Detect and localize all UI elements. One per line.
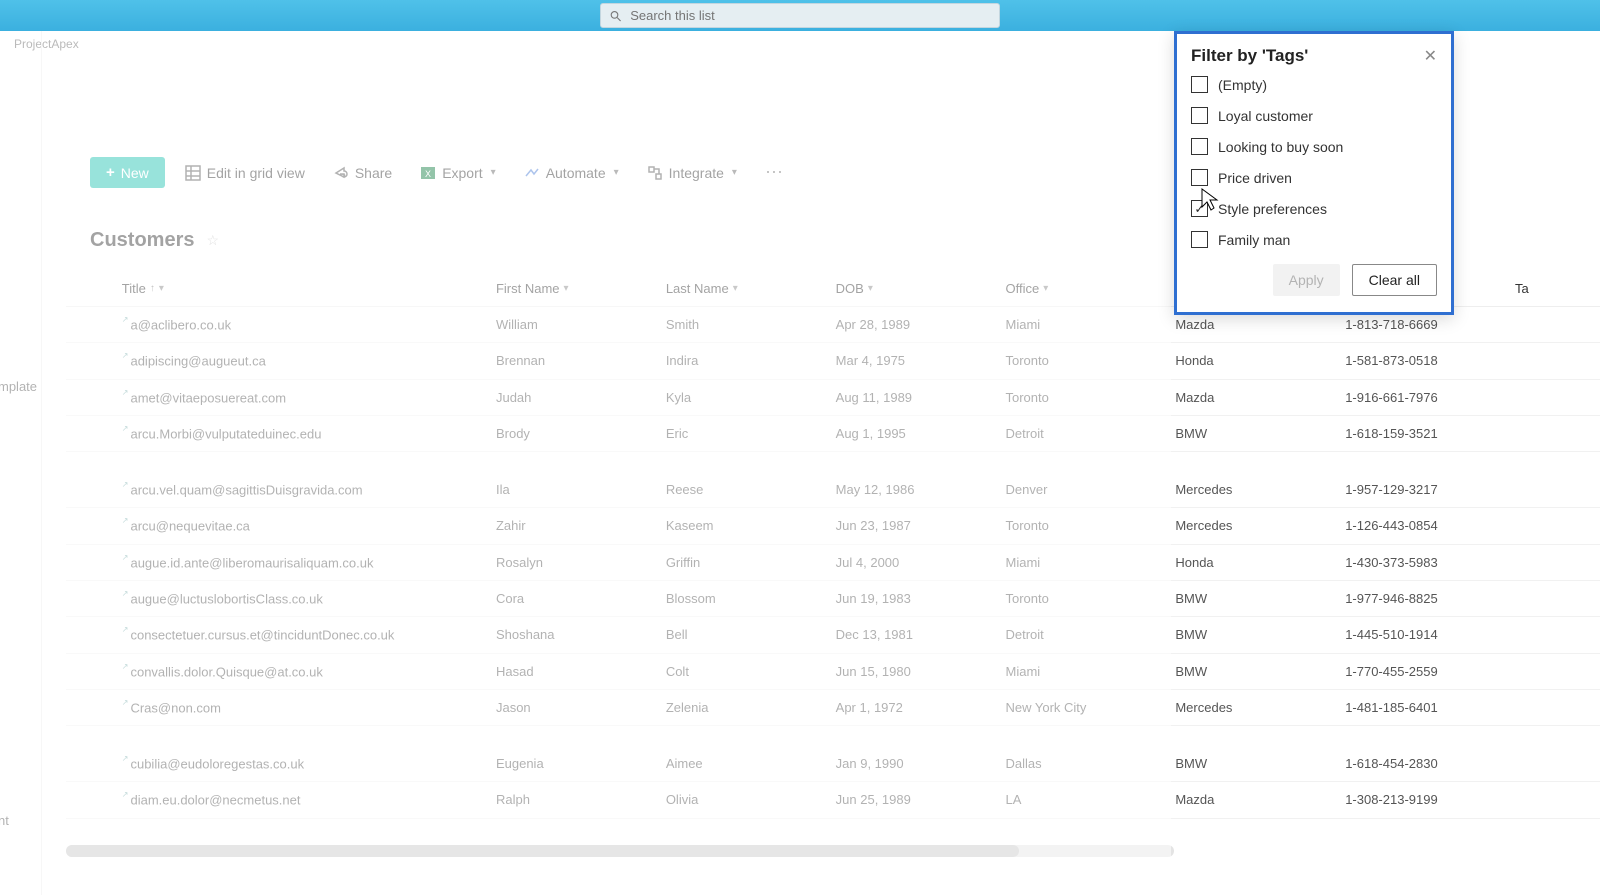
checkbox[interactable] [1191,169,1208,186]
col-last-name[interactable]: Last Name▾ [658,271,828,307]
chevron-down-icon: ▾ [159,283,164,294]
scrollbar-thumb[interactable] [66,845,1019,857]
grid-icon [185,165,201,181]
list-title: Customers [90,229,194,252]
filter-option-label: Style preferences [1218,201,1327,217]
table-row[interactable]: ↗consectetuer.cursus.et@tinciduntDonec.c… [66,617,1600,653]
shared-link-icon: ↗ [122,553,129,562]
checkbox[interactable] [1191,76,1208,93]
shared-link-icon: ↗ [122,388,129,397]
filter-option[interactable]: Style preferences [1191,200,1437,217]
new-button[interactable]: + New [90,157,165,188]
shared-link-icon: ↗ [122,424,129,433]
new-button-label: New [121,165,149,181]
more-actions-button[interactable]: ⋯ [757,158,791,187]
edit-grid-button[interactable]: Edit in grid view [177,159,313,187]
shared-link-icon: ↗ [122,698,129,707]
integrate-icon [647,165,663,181]
table-row[interactable]: ↗amet@vitaeposuereat.comJudahKylaAug 11,… [66,379,1600,415]
chevron-down-icon: ▾ [614,167,619,178]
checkbox[interactable] [1191,107,1208,124]
shared-link-icon: ↗ [122,480,129,489]
col-office[interactable]: Office▾ [998,271,1168,307]
chevron-down-icon: ▾ [491,167,496,178]
col-first-name[interactable]: First Name▾ [488,271,658,307]
filter-option[interactable]: (Empty) [1191,76,1437,93]
table-row[interactable]: ↗arcu.Morbi@vulputateduinec.eduBrodyEric… [66,415,1600,451]
table-row[interactable]: ↗cubilia@eudoloregestas.co.ukEugeniaAime… [66,726,1600,782]
col-dob[interactable]: DOB▾ [828,271,998,307]
sort-asc-icon: ↑ [150,283,155,294]
shared-link-icon: ↗ [122,625,129,634]
mouse-cursor [1200,187,1220,213]
table-row[interactable]: ↗augue.id.ante@liberomaurisaliquam.co.uk… [66,544,1600,580]
table-row[interactable]: ↗convallis.dolor.Quisque@at.co.ukHasadCo… [66,653,1600,689]
filter-option-label: (Empty) [1218,77,1267,93]
export-button[interactable]: X Export ▾ [412,159,504,187]
shared-link-icon: ↗ [122,662,129,671]
checkbox[interactable] [1191,138,1208,155]
svg-text:X: X [425,169,431,179]
close-icon[interactable]: ✕ [1424,46,1437,66]
shared-link-icon: ↗ [122,516,129,525]
app-topbar [0,0,1600,31]
filter-option-label: Loyal customer [1218,108,1313,124]
search-box[interactable] [600,3,1000,28]
filter-option-label: Looking to buy soon [1218,139,1343,155]
chevron-down-icon: ▾ [732,167,737,178]
clear-all-button[interactable]: Clear all [1352,264,1437,296]
search-icon [609,9,622,23]
filter-panel-title: Filter by 'Tags' [1191,46,1308,66]
favorite-star-icon[interactable]: ☆ [206,232,219,249]
filter-option-label: Price driven [1218,170,1292,186]
table-row[interactable]: ↗diam.eu.dolor@necmetus.netRalphOliviaJu… [66,782,1600,818]
share-button[interactable]: Share [325,159,400,187]
shared-link-icon: ↗ [122,589,129,598]
search-input[interactable] [630,8,991,23]
list-grid: Title↑▾ First Name▾ Last Name▾ DOB▾ Offi… [66,271,1600,849]
shared-link-icon: ↗ [122,790,129,799]
filter-panel: Filter by 'Tags' ✕ (Empty) Loyal customer… [1174,31,1454,315]
horizontal-scrollbar[interactable] [66,845,1174,857]
filter-option[interactable]: Family man [1191,231,1437,248]
shared-link-icon: ↗ [122,351,129,360]
command-bar: + New Edit in grid view Share X Export ▾… [90,157,791,188]
filter-option[interactable]: Looking to buy soon [1191,138,1437,155]
table-row[interactable]: ↗adipiscing@augueut.caBrennanIndiraMar 4… [66,343,1600,379]
excel-icon: X [420,165,436,181]
left-nav-stub [0,31,42,895]
table-row[interactable]: ↗augue@luctuslobortisClass.co.ukCoraBlos… [66,580,1600,616]
table-row[interactable]: ↗arcu@nequevitae.caZahirKaseemJun 23, 19… [66,508,1600,544]
filter-option[interactable]: Loyal customer [1191,107,1437,124]
left-nav-partial-2: nt [0,813,9,828]
automate-button[interactable]: Automate ▾ [516,159,627,187]
table-row[interactable]: ↗Cras@non.comJasonZeleniaApr 1, 1972New … [66,689,1600,725]
share-icon [333,165,349,181]
checkbox[interactable] [1191,231,1208,248]
integrate-button[interactable]: Integrate ▾ [639,159,745,187]
table-row[interactable]: ↗arcu.vel.quam@sagittisDuisgravida.comIl… [66,452,1600,508]
flow-icon [524,165,540,181]
apply-button[interactable]: Apply [1273,264,1340,296]
col-title[interactable]: Title↑▾ [114,271,488,307]
plus-icon: + [106,164,115,181]
col-tags-partial[interactable]: Ta [1507,271,1600,307]
left-nav-partial-1: mplate [0,379,37,394]
breadcrumb-project[interactable]: ProjectApex [14,37,79,51]
filter-option[interactable]: Price driven [1191,169,1437,186]
shared-link-icon: ↗ [122,754,129,763]
filter-option-label: Family man [1218,232,1290,248]
shared-link-icon: ↗ [122,315,129,324]
